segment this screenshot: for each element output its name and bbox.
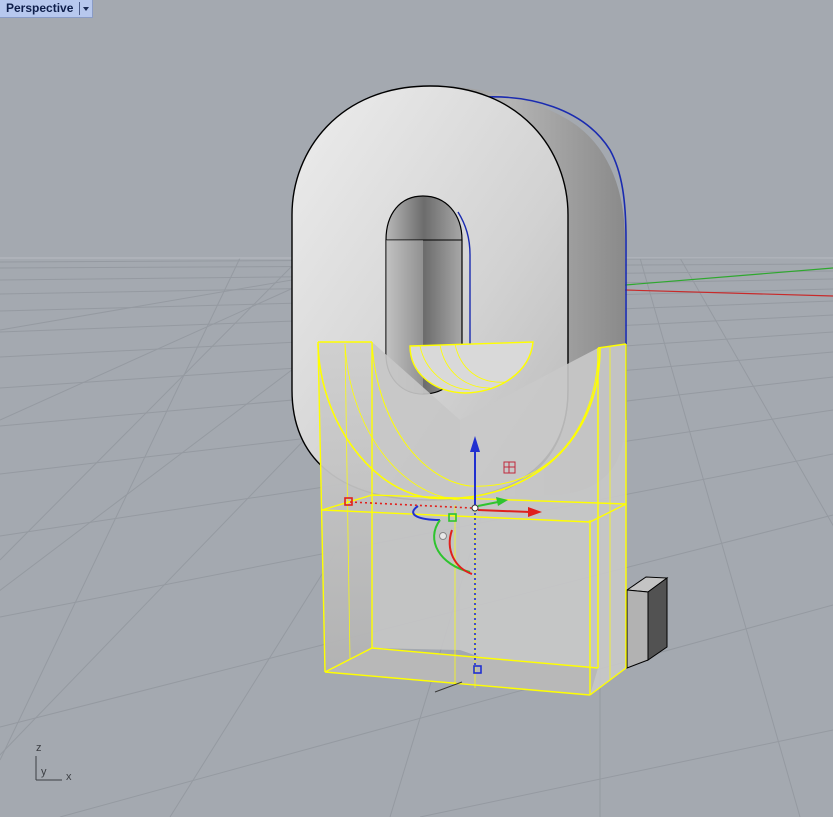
axis-indicator: z y x: [30, 738, 80, 788]
x-axis-label: x: [66, 771, 72, 783]
gumball-menu-handle[interactable]: [439, 532, 447, 540]
scene-canvas[interactable]: [0, 0, 833, 817]
z-axis-label: z: [36, 742, 42, 754]
perspective-viewport[interactable]: Perspective z y x: [0, 0, 833, 817]
viewport-title[interactable]: Perspective: [0, 0, 79, 17]
y-axis-label: y: [41, 766, 47, 778]
gumball-origin[interactable]: [471, 504, 479, 512]
dropdown-arrow-icon[interactable]: [80, 0, 92, 17]
viewport-tab[interactable]: Perspective: [0, 0, 94, 18]
